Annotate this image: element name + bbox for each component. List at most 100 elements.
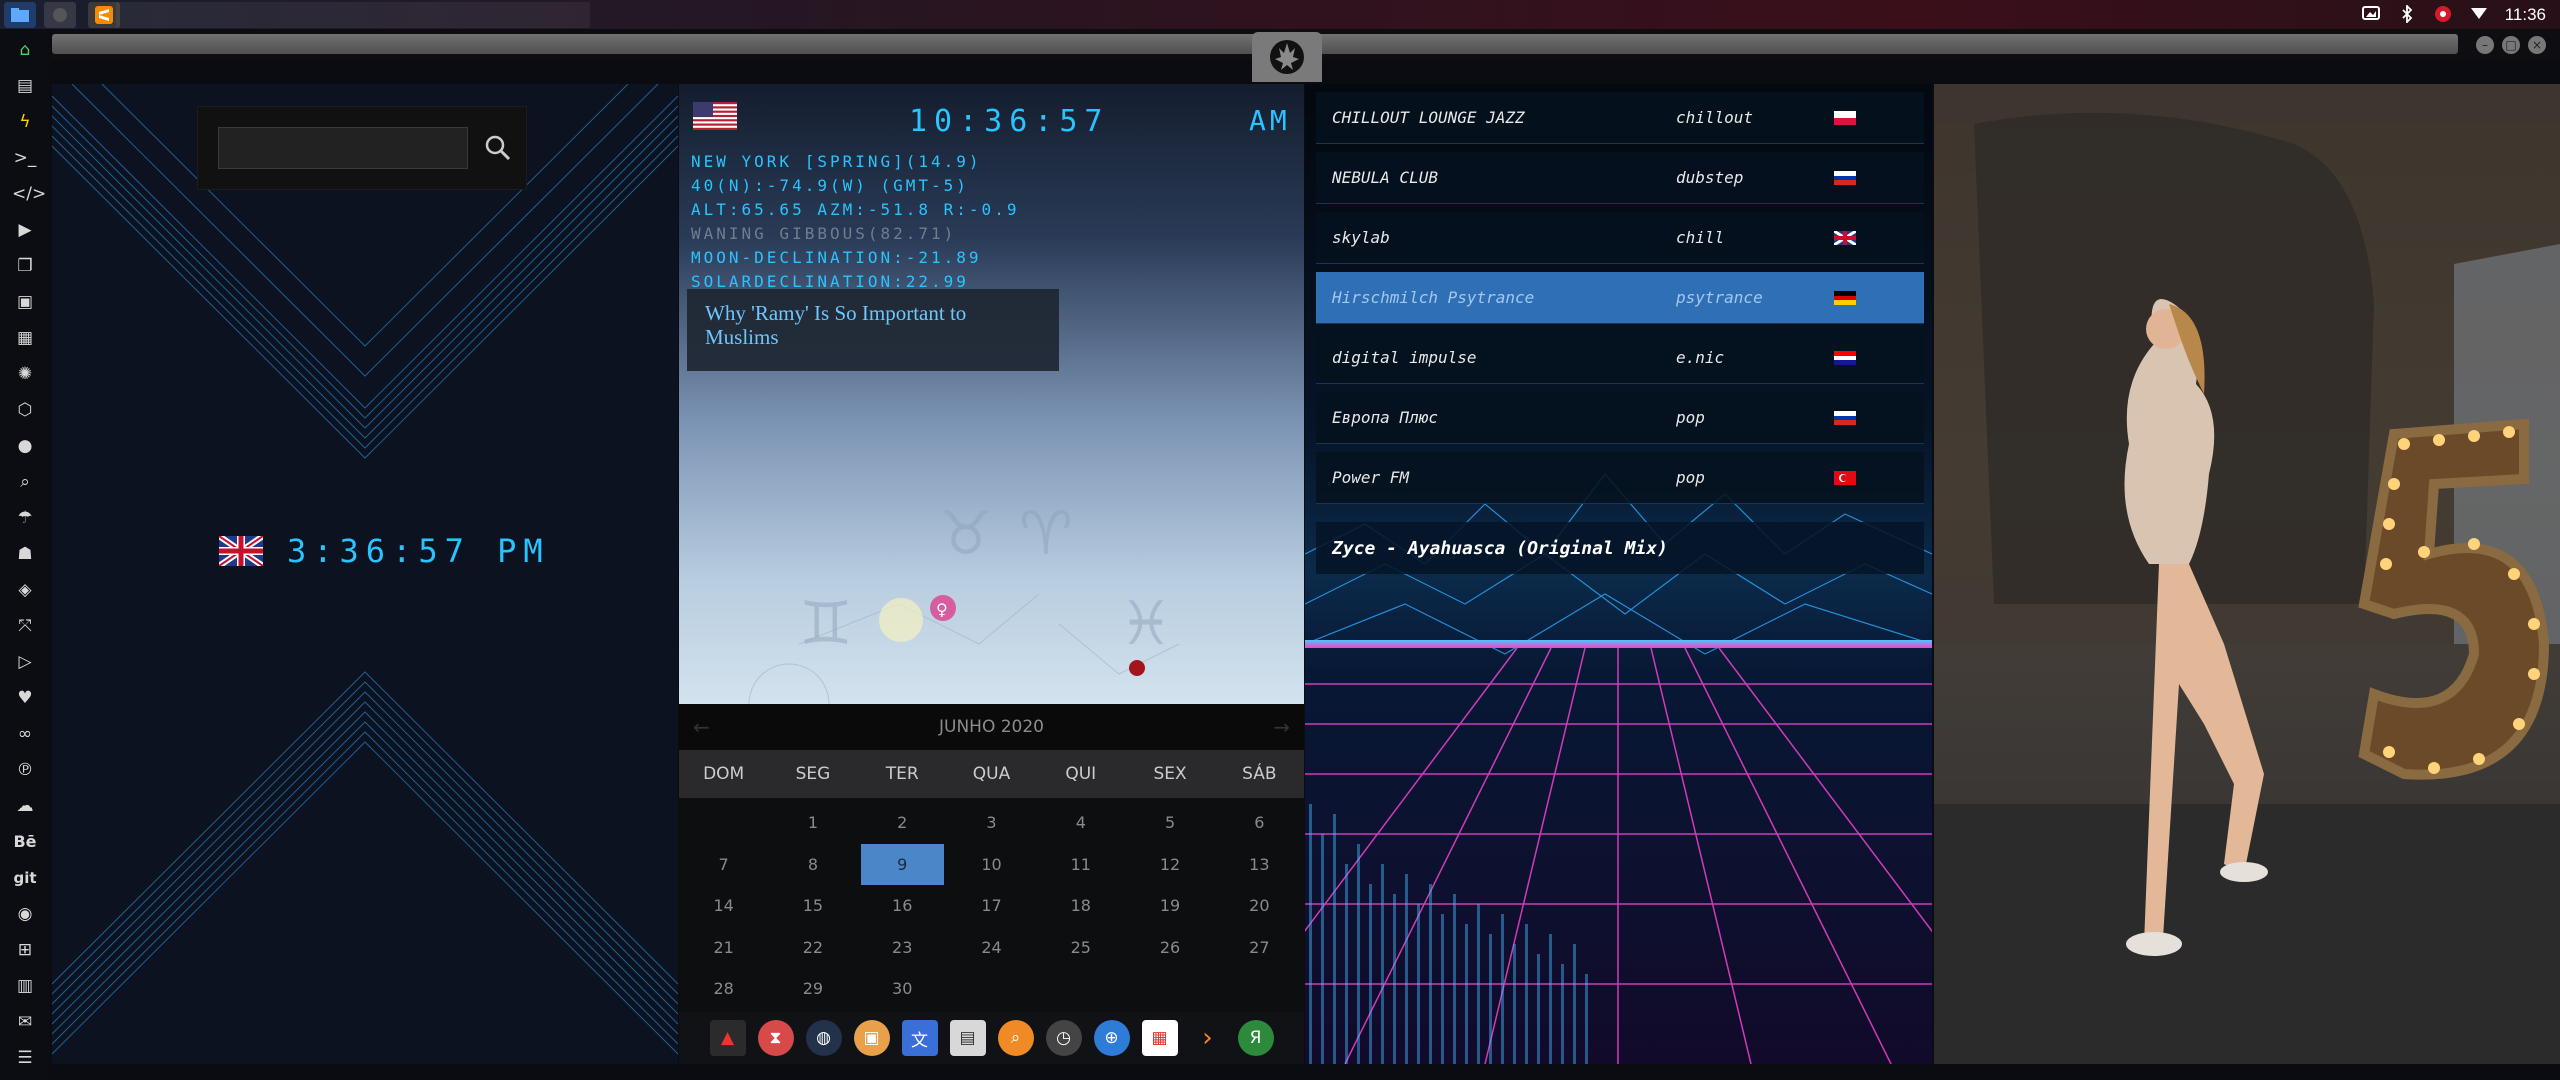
station-row[interactable]: digital impulse e.nic: [1316, 332, 1924, 384]
infinity-icon[interactable]: ∞: [12, 721, 38, 747]
youtube-icon[interactable]: ▷: [12, 649, 38, 675]
earth-icon[interactable]: ◍: [805, 1020, 842, 1056]
sitemap-icon[interactable]: ⊞: [12, 937, 38, 963]
calendar-day[interactable]: 16: [858, 885, 947, 927]
calendar-day[interactable]: 13: [1215, 844, 1304, 886]
magnifier-icon: [485, 135, 511, 161]
mail-icon[interactable]: ✉: [12, 1009, 38, 1035]
files-icon[interactable]: ❐: [12, 253, 38, 279]
code-icon[interactable]: </>: [12, 181, 46, 207]
calendar-day[interactable]: 19: [1125, 885, 1214, 927]
calendar-day[interactable]: 11: [1036, 844, 1125, 886]
station-row[interactable]: Европа Плюс pop: [1316, 392, 1924, 444]
calendar-day[interactable]: 22: [768, 927, 857, 969]
system-clock[interactable]: 11:36: [2505, 5, 2546, 25]
settings-icon[interactable]: ✺: [12, 361, 38, 387]
network-icon[interactable]: [2433, 5, 2453, 25]
calendar-day[interactable]: 15: [768, 885, 857, 927]
taskbar-window-slot[interactable]: [116, 2, 590, 28]
calendar-month-label[interactable]: JUNHO 2020: [939, 717, 1044, 737]
station-row[interactable]: Power FM pop: [1316, 452, 1924, 504]
image-icon[interactable]: ▣: [12, 289, 38, 315]
calendar-day[interactable]: 27: [1215, 927, 1304, 969]
hourglass-icon[interactable]: ⧗: [757, 1020, 794, 1056]
search-widget: [197, 106, 527, 190]
search-button[interactable]: [478, 127, 518, 169]
news-icon[interactable]: ▦: [12, 325, 38, 351]
next-month-icon[interactable]: →: [1273, 715, 1290, 739]
pinterest-icon[interactable]: ℗: [12, 757, 38, 783]
behance-icon[interactable]: Bē: [12, 829, 38, 855]
chevron-right-icon[interactable]: ›: [1190, 1020, 1226, 1056]
minimize-icon[interactable]: –: [2476, 36, 2494, 54]
prev-month-icon[interactable]: ←: [693, 715, 710, 739]
heart-icon[interactable]: ♥: [12, 685, 38, 711]
window-icon[interactable]: ▤: [949, 1020, 986, 1056]
calendar-day[interactable]: 26: [1125, 927, 1214, 969]
maximize-icon[interactable]: □: [2502, 36, 2520, 54]
calendar-day[interactable]: 7: [679, 844, 768, 886]
wallpaper-photo: [1934, 84, 2560, 1064]
calendar-day[interactable]: 28: [679, 968, 768, 1010]
calendar-day[interactable]: 6: [1215, 802, 1304, 844]
browser-icon[interactable]: ⊕: [1093, 1020, 1130, 1056]
news-headline-link[interactable]: Why 'Ramy' Is So Important to Muslims: [687, 289, 1059, 371]
terminal-icon[interactable]: >_: [12, 145, 38, 171]
calendar-day[interactable]: 20: [1215, 885, 1304, 927]
storage-icon[interactable]: ☰: [12, 1045, 38, 1071]
station-row[interactable]: CHILLOUT LOUNGE JAZZ chillout: [1316, 92, 1924, 144]
calendar-day[interactable]: 3: [947, 802, 1036, 844]
app-launcher-icon[interactable]: [44, 2, 76, 28]
calendar-app-icon[interactable]: ▦: [1141, 1020, 1178, 1056]
globe-icon[interactable]: ●: [12, 433, 38, 459]
cloud-icon[interactable]: ☁: [12, 793, 38, 819]
translate-icon[interactable]: 文: [901, 1020, 938, 1056]
calendar-day[interactable]: 8: [768, 844, 857, 886]
triangle-app-icon[interactable]: ▲: [709, 1020, 746, 1056]
calendar-day[interactable]: 12: [1125, 844, 1214, 886]
station-row[interactable]: NEBULA CLUB dubstep: [1316, 152, 1924, 204]
github-icon[interactable]: ◉: [12, 901, 38, 927]
screenshot-icon[interactable]: [2361, 5, 2381, 25]
search-input[interactable]: [218, 127, 468, 169]
calendar-day[interactable]: 10: [947, 844, 1036, 886]
bluetooth-icon[interactable]: [2397, 3, 2417, 25]
play-icon[interactable]: ▶: [12, 217, 38, 243]
station-row-active[interactable]: Hirschmilch Psytrance psytrance: [1316, 272, 1924, 324]
contact-icon[interactable]: ☗: [12, 541, 38, 567]
calendar-day[interactable]: 17: [947, 885, 1036, 927]
calendar-day[interactable]: 18: [1036, 885, 1125, 927]
git-icon[interactable]: git: [12, 865, 38, 891]
photos-icon[interactable]: ▣: [853, 1020, 890, 1056]
calendar-day[interactable]: 25: [1036, 927, 1125, 969]
umbrella-icon[interactable]: ☂: [12, 505, 38, 531]
close-icon[interactable]: ×: [2528, 36, 2546, 54]
calendar-day[interactable]: 5: [1125, 802, 1214, 844]
germany-flag-icon: [1834, 290, 1856, 305]
hexagon-icon[interactable]: ⬡: [12, 397, 38, 423]
calendar-day[interactable]: 23: [858, 927, 947, 969]
yandex-icon[interactable]: Я: [1237, 1020, 1274, 1056]
home-icon[interactable]: ⌂: [12, 37, 38, 63]
calendar-day-today[interactable]: 9: [860, 843, 944, 885]
calendar-day[interactable]: 4: [1036, 802, 1125, 844]
files-launcher-icon[interactable]: [4, 2, 36, 28]
calendar-day[interactable]: 2: [858, 802, 947, 844]
calendar-day[interactable]: 1: [768, 802, 857, 844]
calendar-day[interactable]: 14: [679, 885, 768, 927]
file-icon[interactable]: ▤: [12, 73, 38, 99]
calendar-day[interactable]: 30: [858, 968, 947, 1010]
calendar-day[interactable]: 29: [768, 968, 857, 1010]
clock-icon[interactable]: ◷: [1045, 1020, 1082, 1056]
station-row[interactable]: skylab chill: [1316, 212, 1924, 264]
expand-icon[interactable]: ⤧: [12, 613, 38, 639]
gamepad-icon[interactable]: ◈: [12, 577, 38, 603]
search-icon[interactable]: ⌕: [12, 469, 38, 495]
astro-line-coords: 40(N):-74.9(W) (GMT-5): [691, 176, 969, 195]
map-icon[interactable]: ▥: [12, 973, 38, 999]
calendar-day[interactable]: 24: [947, 927, 1036, 969]
wifi-icon[interactable]: [2469, 5, 2489, 25]
calendar-day[interactable]: 21: [679, 927, 768, 969]
bolt-icon[interactable]: ϟ: [12, 109, 38, 135]
magnifier-app-icon[interactable]: ⌕: [997, 1020, 1034, 1056]
